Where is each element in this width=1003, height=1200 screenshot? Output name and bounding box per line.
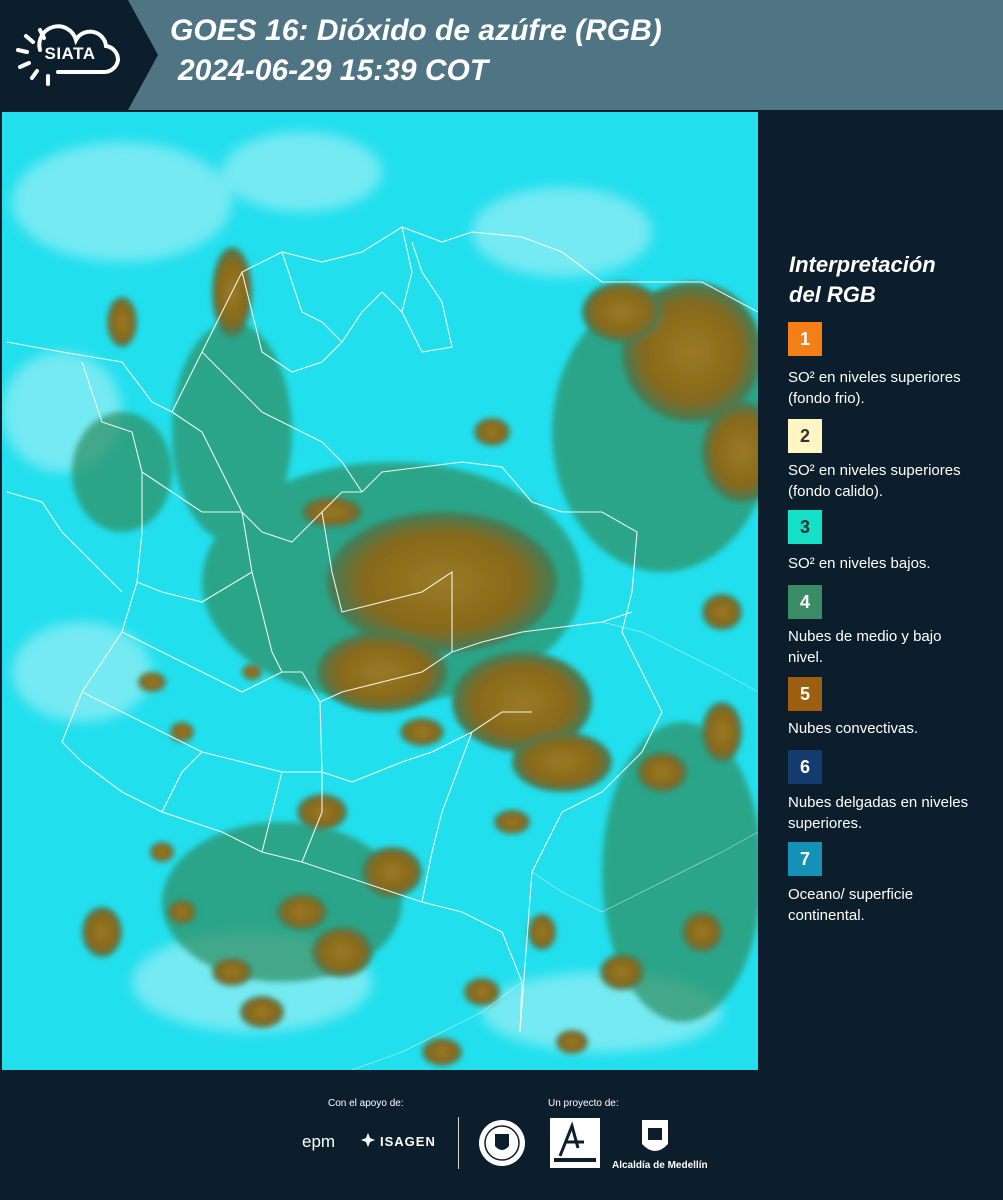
project-label: Un proyecto de:	[548, 1098, 619, 1109]
medellin-seal-icon	[479, 1120, 525, 1166]
legend-swatch-7: 7	[788, 842, 822, 876]
legend-label-7: Oceano/ superficie continental.	[788, 886, 914, 924]
isagen-logo: ISAGEN	[380, 1134, 436, 1149]
page-title: GOES 16: Dióxido de azúfre (RGB)	[170, 14, 662, 47]
satellite-map	[2, 112, 782, 1071]
legend-title: Interpretación del RGB	[789, 250, 936, 310]
isagen-icon	[361, 1133, 375, 1147]
legend-swatch-2: 2	[788, 419, 822, 453]
legend-label-6: Nubes delgadas en niveles superiores.	[788, 794, 969, 832]
legend-swatch-1: 1	[788, 322, 822, 356]
alcaldia-shield-icon	[642, 1120, 668, 1151]
legend-title-line2: del RGB	[789, 282, 876, 307]
legend-swatch-3: 3	[788, 510, 822, 544]
page-timestamp: 2024-06-29 15:39 COT	[178, 54, 489, 87]
footer-divider	[458, 1117, 459, 1169]
legend-swatch-4: 4	[788, 585, 822, 619]
legend-panel: Interpretación del RGB 1 SO² en niveles …	[760, 112, 1003, 1070]
legend-label-1: SO² en niveles superiores (fondo frio).	[788, 369, 961, 407]
support-label: Con el apoyo de:	[328, 1098, 404, 1109]
epm-logo: epm	[302, 1132, 336, 1151]
legend-label-3: SO² en niveles bajos.	[788, 555, 931, 572]
legend-title-line1: Interpretación	[789, 252, 936, 277]
legend-label-4: Nubes de medio y bajo nivel.	[788, 628, 942, 666]
logo-text: SIATA	[44, 44, 96, 63]
legend-swatch-6: 6	[788, 750, 822, 784]
legend-label-5: Nubes convectivas.	[788, 720, 919, 737]
legend-swatch-5: 5	[788, 677, 822, 711]
siata-logo: SIATA	[0, 0, 158, 110]
area-metropolitana-logo	[550, 1118, 600, 1168]
legend-label-2: SO² en niveles superiores (fondo calido)…	[788, 462, 961, 500]
header: SIATA GOES 16: Dióxido de azúfre (RGB) 2…	[0, 0, 1003, 110]
footer: Con el apoyo de: Un proyecto de: epm ISA…	[0, 1070, 1003, 1200]
alcaldia-label: Alcaldía de Medellín	[612, 1160, 708, 1171]
